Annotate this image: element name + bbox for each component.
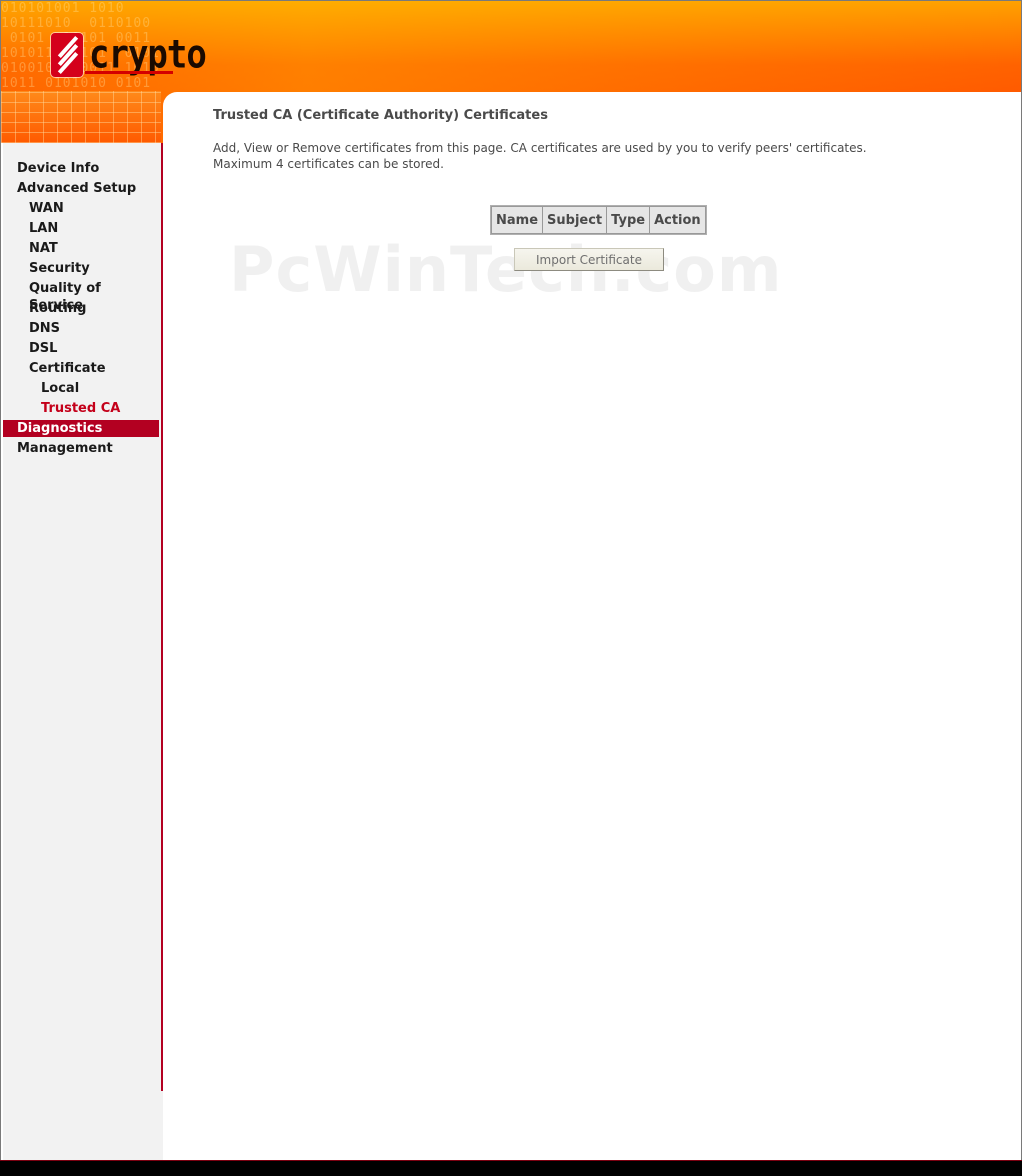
sidebar-item-device-info[interactable]: Device Info xyxy=(3,160,159,177)
sidebar-item-nat[interactable]: NAT xyxy=(3,240,159,257)
page-description-limit: Maximum 4 certificates can be stored. xyxy=(213,157,444,171)
sidebar-item-local[interactable]: Local xyxy=(3,380,159,397)
certificates-table: Name Subject Type Action xyxy=(490,205,707,235)
sidebar-item-diagnostics[interactable]: Diagnostics xyxy=(3,420,159,437)
bottom-bar xyxy=(0,1161,1022,1176)
sidebar-item-dns[interactable]: DNS xyxy=(3,320,159,337)
import-certificate-button[interactable]: Import Certificate xyxy=(514,248,664,271)
sidebar-nav: Device Info Advanced Setup WAN LAN NAT Securi… xyxy=(3,143,163,1091)
sidebar-item-quality-of-service[interactable]: Quality of Service xyxy=(3,280,159,313)
sidebar-item-routing[interactable]: Routing xyxy=(3,300,159,317)
table-header-row: Name Subject Type Action xyxy=(492,207,705,233)
col-action: Action xyxy=(650,207,705,233)
sidebar-item-certificate[interactable]: Certificate xyxy=(3,360,159,377)
sidebar-item-trusted-ca[interactable]: Trusted CA xyxy=(3,400,159,417)
col-type: Type xyxy=(607,207,650,233)
sidebar-item-security[interactable]: Security xyxy=(3,260,159,277)
header-grid-graphic xyxy=(1,91,161,143)
logo-mark-icon xyxy=(51,33,83,77)
browser-frame: 010101001 1010 10111010 0110100 0101 101… xyxy=(0,0,1022,1176)
page-description: Add, View or Remove certificates from th… xyxy=(213,141,867,155)
page-title: Trusted CA (Certificate Authority) Certi… xyxy=(213,108,548,123)
sidebar-footer xyxy=(3,1091,173,1161)
col-subject: Subject xyxy=(543,207,607,233)
logo-underline xyxy=(85,71,173,74)
sidebar-item-wan[interactable]: WAN xyxy=(3,200,159,217)
sidebar-item-lan[interactable]: LAN xyxy=(3,220,159,237)
col-name: Name xyxy=(492,207,543,233)
sidebar-item-management[interactable]: Management xyxy=(3,440,159,457)
sidebar-item-dsl[interactable]: DSL xyxy=(3,340,159,357)
sidebar-item-advanced-setup[interactable]: Advanced Setup xyxy=(3,180,159,197)
